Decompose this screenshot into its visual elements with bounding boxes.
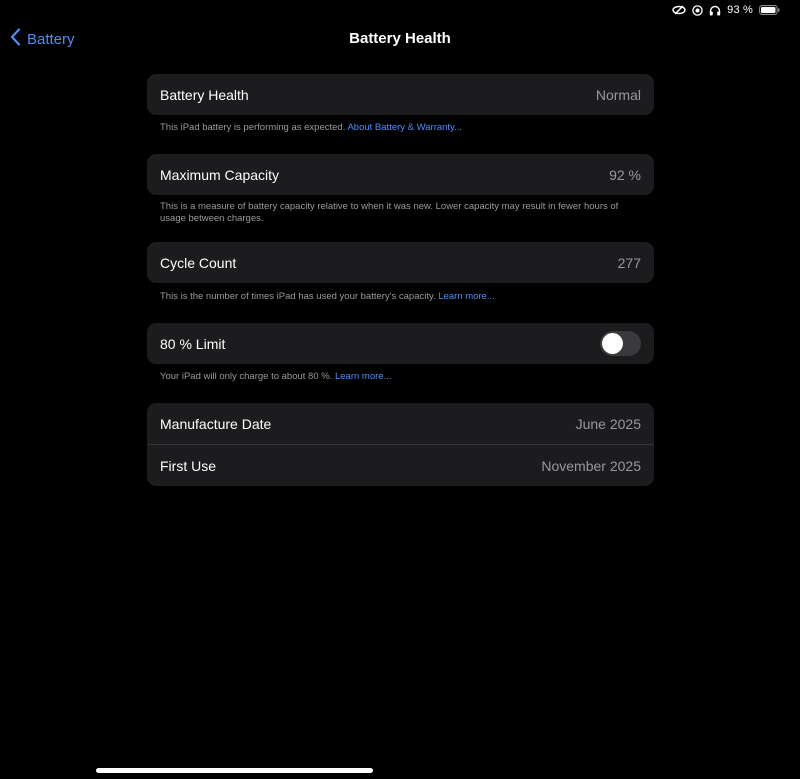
limit-learn-more-link[interactable]: Learn more... bbox=[335, 371, 392, 382]
battery-health-footnote-text: This iPad battery is performing as expec… bbox=[160, 122, 346, 133]
link-icon bbox=[672, 5, 686, 15]
maximum-capacity-value: 92 % bbox=[609, 166, 641, 183]
page-title: Battery Health bbox=[349, 30, 451, 47]
cycle-count-footnote-text: This is the number of times iPad has use… bbox=[160, 291, 436, 302]
battery-health-footnote: This iPad battery is performing as expec… bbox=[160, 122, 640, 134]
cycle-count-value: 277 bbox=[617, 254, 641, 271]
first-use-value: November 2025 bbox=[541, 457, 641, 474]
dates-group: Manufacture Date June 2025 First Use Nov… bbox=[147, 403, 654, 486]
location-icon bbox=[692, 4, 703, 16]
limit-row: 80 % Limit bbox=[147, 323, 654, 364]
status-bar: 93 % bbox=[672, 2, 780, 18]
about-battery-warranty-link[interactable]: About Battery & Warranty... bbox=[347, 122, 462, 133]
cycle-count-group: Cycle Count 277 bbox=[147, 242, 654, 283]
toggle-knob bbox=[602, 333, 623, 354]
limit-footnote-text: Your iPad will only charge to about 80 %… bbox=[160, 371, 333, 382]
maximum-capacity-group: Maximum Capacity 92 % bbox=[147, 154, 654, 195]
maximum-capacity-label: Maximum Capacity bbox=[160, 166, 280, 183]
manufacture-date-row: Manufacture Date June 2025 bbox=[147, 403, 654, 444]
battery-health-label: Battery Health bbox=[160, 86, 249, 103]
manufacture-date-label: Manufacture Date bbox=[160, 415, 272, 432]
limit-label: 80 % Limit bbox=[160, 335, 226, 352]
first-use-label: First Use bbox=[160, 457, 216, 474]
battery-percentage: 93 % bbox=[727, 4, 753, 16]
cycle-count-label: Cycle Count bbox=[160, 254, 237, 271]
battery-health-row: Battery Health Normal bbox=[147, 74, 654, 115]
first-use-row: First Use November 2025 bbox=[147, 444, 654, 486]
battery-icon bbox=[759, 5, 780, 15]
maximum-capacity-row: Maximum Capacity 92 % bbox=[147, 154, 654, 195]
limit-toggle[interactable] bbox=[600, 331, 641, 356]
home-indicator[interactable] bbox=[96, 768, 373, 773]
manufacture-date-value: June 2025 bbox=[575, 415, 641, 432]
maximum-capacity-footnote: This is a measure of battery capacity re… bbox=[160, 201, 640, 224]
battery-health-value: Normal bbox=[595, 86, 641, 103]
maximum-capacity-footnote-text: This is a measure of battery capacity re… bbox=[160, 201, 619, 224]
cycle-count-row: Cycle Count 277 bbox=[147, 242, 654, 283]
battery-health-group: Battery Health Normal bbox=[147, 74, 654, 115]
limit-group: 80 % Limit bbox=[147, 323, 654, 364]
settings-screen: 93 % Battery Battery Health Battery Heal… bbox=[0, 0, 800, 779]
cycle-count-footnote: This is the number of times iPad has use… bbox=[160, 291, 640, 303]
limit-footnote: Your iPad will only charge to about 80 %… bbox=[160, 371, 640, 383]
headphones-icon bbox=[709, 5, 721, 16]
cycle-count-learn-more-link[interactable]: Learn more... bbox=[438, 291, 495, 302]
